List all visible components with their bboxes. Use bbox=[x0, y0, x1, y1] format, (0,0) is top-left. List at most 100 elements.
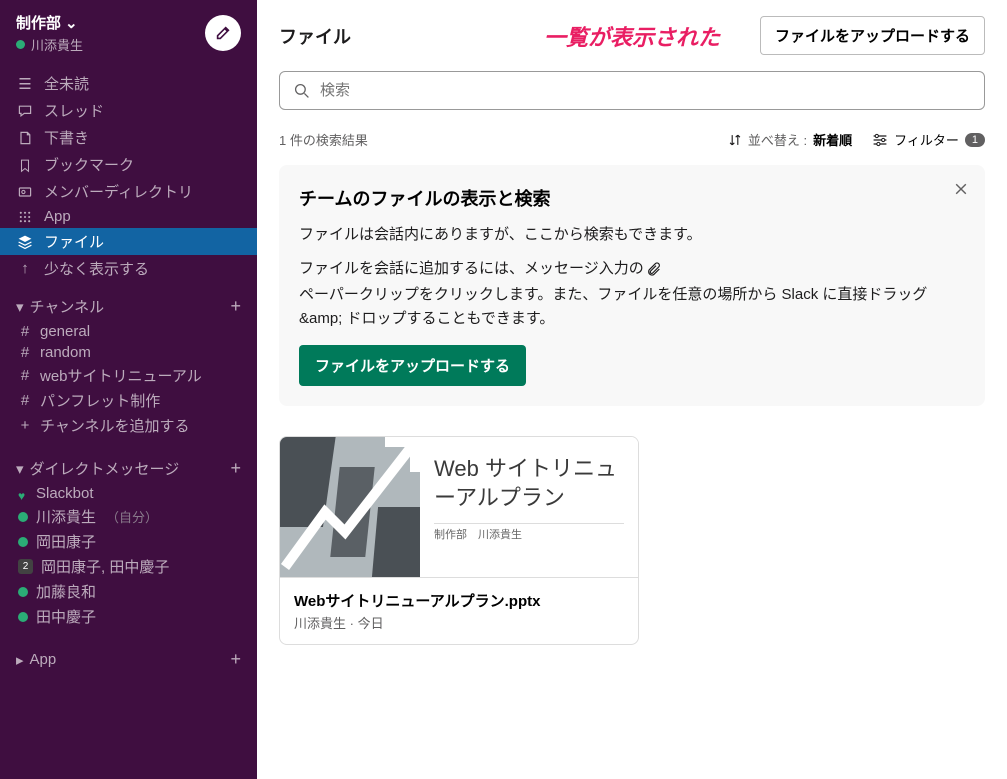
sidebar: 制作部 ⌄ 川添貴生 ☰全未読スレッド下書きブックマークメンバーディレクトリ Ap… bbox=[0, 0, 257, 779]
channel-name: webサイトリニューアル bbox=[40, 365, 202, 386]
dm-count-badge: 2 bbox=[18, 559, 33, 574]
nav-icon bbox=[16, 130, 34, 146]
sort-label: 並べ替え : bbox=[748, 130, 807, 149]
search-input[interactable] bbox=[320, 82, 970, 99]
results-count: 1 件の検索結果 bbox=[279, 130, 368, 149]
app-section-header[interactable]: ▸ App + bbox=[0, 639, 257, 674]
dm-item[interactable]: ♥Slackbot bbox=[0, 483, 257, 504]
channel-item[interactable]: # random bbox=[0, 342, 257, 363]
channel-name: random bbox=[40, 344, 91, 361]
caret-down-icon: ▾ bbox=[16, 460, 24, 478]
sort-control[interactable]: 並べ替え : 新着順 bbox=[728, 130, 852, 149]
dm-section-header[interactable]: ▾ ダイレクトメッセージ + bbox=[0, 448, 257, 483]
nav-icon: ☰ bbox=[16, 75, 34, 93]
file-doc-subtitle: 制作部 川添貴生 bbox=[434, 523, 624, 542]
caret-right-icon: ▸ bbox=[16, 651, 24, 669]
user-status: 川添貴生 bbox=[16, 35, 83, 54]
nav-icon bbox=[16, 103, 34, 119]
chevron-down-icon: ⌄ bbox=[65, 14, 78, 32]
nav-item-1[interactable]: スレッド bbox=[0, 97, 257, 124]
workspace-name: 制作部 bbox=[16, 12, 61, 33]
compose-icon bbox=[214, 24, 232, 42]
channel-list: # general # random # webサイトリニューアル#パンフレット制作 bbox=[0, 321, 257, 413]
nav-label: ファイル bbox=[44, 231, 104, 252]
main-header: ファイル 一覧が表示された ファイルをアップロードする bbox=[257, 0, 1007, 71]
workspace-switcher[interactable]: 制作部 ⌄ bbox=[16, 12, 83, 33]
compose-button[interactable] bbox=[205, 15, 241, 51]
add-channel-icon[interactable]: + bbox=[230, 296, 241, 317]
search-box[interactable] bbox=[279, 71, 985, 110]
info-upload-button[interactable]: ファイルをアップロードする bbox=[299, 345, 526, 386]
nav-icon: ↑ bbox=[16, 260, 34, 277]
nav-item-7[interactable]: ↑少なく表示する bbox=[0, 255, 257, 282]
nav-icon bbox=[16, 184, 34, 200]
nav-item-5[interactable]: App bbox=[0, 205, 257, 228]
file-preview: Web サイトリニューアルプラン 制作部 川添貴生 bbox=[280, 437, 638, 577]
results-row: 1 件の検索結果 並べ替え : 新着順 フィルター 1 bbox=[279, 130, 985, 149]
dm-header-label: ダイレクトメッセージ bbox=[30, 458, 180, 479]
dm-item[interactable]: 岡田康子 bbox=[0, 529, 257, 554]
current-user-name: 川添貴生 bbox=[31, 35, 83, 54]
close-icon bbox=[953, 181, 969, 197]
channel-item[interactable]: #パンフレット制作 bbox=[0, 388, 257, 413]
dm-name: 川添貴生 bbox=[36, 506, 96, 527]
plus-icon: + bbox=[18, 417, 32, 434]
file-info: 川添貴生 · 今日 bbox=[294, 613, 624, 632]
nav-icon bbox=[16, 210, 34, 224]
add-channel-label: チャンネルを追加する bbox=[40, 415, 190, 436]
dm-item[interactable]: 加藤良和 bbox=[0, 579, 257, 604]
upload-button[interactable]: ファイルをアップロードする bbox=[760, 16, 985, 55]
channels-header-label: チャンネル bbox=[30, 296, 105, 317]
nav-label: スレッド bbox=[44, 100, 104, 121]
dm-list: ♥Slackbot川添貴生 （自分） 岡田康子2岡田康子, 田中慶子加藤良和田中慶子 bbox=[0, 483, 257, 629]
channel-item[interactable]: # general bbox=[0, 321, 257, 342]
dm-name: 加藤良和 bbox=[36, 581, 96, 602]
main-content: ファイル 一覧が表示された ファイルをアップロードする 1 件の検索結果 並べ替… bbox=[257, 0, 1007, 779]
hash-icon: # bbox=[18, 323, 32, 340]
app-header-label: App bbox=[30, 651, 57, 668]
filter-control[interactable]: フィルター 1 bbox=[872, 130, 985, 149]
file-doc-title: Web サイトリニューアルプラン bbox=[434, 455, 624, 512]
dm-item[interactable]: 田中慶子 bbox=[0, 604, 257, 629]
nav-label: メンバーディレクトリ bbox=[44, 181, 193, 202]
channel-name: パンフレット制作 bbox=[40, 390, 160, 411]
sidebar-header: 制作部 ⌄ 川添貴生 bbox=[0, 0, 257, 66]
dm-item[interactable]: 2岡田康子, 田中慶子 bbox=[0, 554, 257, 579]
status-dot-icon bbox=[18, 537, 28, 547]
nav-label: App bbox=[44, 208, 71, 225]
info-text-2: ファイルを会話に追加するには、メッセージ入力の ペーパークリップをクリックします… bbox=[299, 257, 965, 331]
close-button[interactable] bbox=[953, 181, 969, 202]
caret-down-icon: ▾ bbox=[16, 298, 24, 316]
page-title: ファイル bbox=[279, 23, 351, 49]
hash-icon: # bbox=[18, 344, 32, 361]
info-card: チームのファイルの表示と検索 ファイルは会話内にありますが、ここから検索もできま… bbox=[279, 165, 985, 406]
nav-item-6[interactable]: ファイル bbox=[0, 228, 257, 255]
nav-item-0[interactable]: ☰全未読 bbox=[0, 70, 257, 97]
channel-name: general bbox=[40, 323, 90, 340]
status-dot-icon bbox=[18, 512, 28, 522]
paperclip-icon bbox=[646, 261, 662, 277]
status-dot-icon bbox=[18, 612, 28, 622]
nav-item-4[interactable]: メンバーディレクトリ bbox=[0, 178, 257, 205]
info-text-1: ファイルは会話内にありますが、ここから検索もできます。 bbox=[299, 223, 965, 247]
add-app-icon[interactable]: + bbox=[230, 649, 241, 670]
nav-item-3[interactable]: ブックマーク bbox=[0, 151, 257, 178]
primary-nav: ☰全未読スレッド下書きブックマークメンバーディレクトリ App ファイル ↑少なく表示… bbox=[0, 66, 257, 286]
file-name: Webサイトリニューアルプラン.pptx bbox=[294, 590, 624, 611]
add-channel-item[interactable]: + チャンネルを追加する bbox=[0, 413, 257, 438]
nav-item-2[interactable]: 下書き bbox=[0, 124, 257, 151]
channels-section-header[interactable]: ▾ チャンネル + bbox=[0, 286, 257, 321]
add-dm-icon[interactable]: + bbox=[230, 458, 241, 479]
file-thumbnail bbox=[280, 437, 420, 577]
nav-label: 下書き bbox=[44, 127, 89, 148]
channel-item[interactable]: # webサイトリニューアル bbox=[0, 363, 257, 388]
file-card[interactable]: Web サイトリニューアルプラン 制作部 川添貴生 Webサイトリニューアルプラ… bbox=[279, 436, 639, 645]
you-label: （自分） bbox=[106, 507, 158, 526]
filter-icon bbox=[872, 133, 888, 147]
hash-icon: # bbox=[18, 367, 32, 384]
search-icon bbox=[294, 83, 310, 99]
dm-name: 岡田康子 bbox=[36, 531, 96, 552]
annotation-overlay: 一覧が表示された bbox=[544, 20, 720, 52]
filter-count-badge: 1 bbox=[965, 133, 985, 147]
dm-item[interactable]: 川添貴生 （自分） bbox=[0, 504, 257, 529]
